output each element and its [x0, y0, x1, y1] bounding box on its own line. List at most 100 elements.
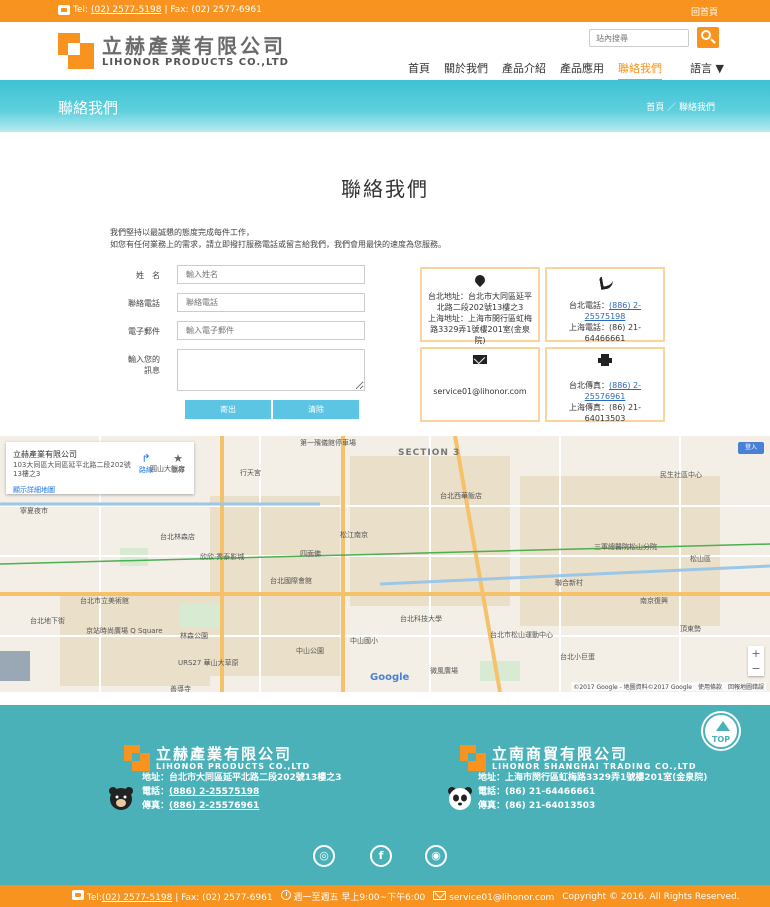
phone-icon — [72, 890, 84, 900]
breadcrumb[interactable]: 首頁 ／ 聯絡我們 — [646, 100, 715, 113]
arrow-up-icon — [716, 721, 730, 731]
nav-applications[interactable]: 產品應用 — [560, 60, 604, 81]
bottom-bar: Tel:(02) 2577-5198 | Fax: (02) 2577-6961… — [0, 885, 770, 907]
name-label: 姓 名 — [136, 271, 160, 280]
nav-about[interactable]: 關於我們 — [444, 60, 488, 81]
map-label: 民生社區中心 — [660, 471, 702, 479]
name-field[interactable] — [177, 265, 365, 284]
map-label: 頂東勢 — [680, 625, 701, 633]
map-label: 台北林森店 — [160, 533, 195, 541]
intro-line-2: 如您有任何業務上的需求，請立即撥打服務電話或留言給我們，我們會用最快的速度為您服… — [110, 240, 446, 249]
submit-button[interactable]: 寄出 — [185, 400, 271, 419]
map-label: 行天宮 — [240, 469, 261, 477]
phone-field[interactable] — [177, 293, 365, 312]
home-link[interactable]: 回首頁 — [691, 5, 718, 18]
fax-shanghai: 上海傳真：(86) 21-64013503 — [568, 403, 642, 423]
bear-mascot-icon — [109, 787, 133, 810]
fax-taipei-label: 台北傳真： — [568, 381, 609, 390]
envelope-icon — [473, 355, 487, 364]
printer-icon — [598, 354, 612, 366]
map-signin-badge[interactable]: 登入 — [738, 442, 764, 454]
map-label: 中山國小 — [350, 637, 378, 645]
address-taipei: 台北地址：台北市大同區延平北路二段202號13樓之3 — [428, 292, 532, 312]
footer-company1-cn: 立赫產業有限公司 — [156, 744, 293, 763]
map-place-address: 103大同區大同區延平北路二段202號13樓之3 — [13, 461, 131, 478]
page-banner: 聯絡我們 首頁 ／ 聯絡我們 — [0, 80, 770, 132]
map-label: 三軍總醫院松山分院 — [594, 543, 657, 551]
line-icon[interactable]: ◉ — [425, 845, 447, 867]
address-shanghai: 上海地址：上海市閔行區虹梅路3329弄1號樓201室(金泉院) — [428, 314, 532, 345]
map-label: 台北市立美術館 — [80, 597, 129, 605]
email-field[interactable] — [177, 321, 365, 340]
map-label: 寧夏夜市 — [20, 507, 48, 515]
bottom-email-link[interactable]: service01@lihonor.com — [449, 893, 554, 903]
panda-mascot-icon — [448, 787, 472, 810]
map-label: 中山公園 — [296, 647, 324, 655]
message-textarea[interactable] — [177, 349, 365, 391]
banner-title: 聯絡我們 — [58, 99, 119, 117]
top-bar: Tel: (02) 2577-5198 | Fax: (02) 2577-6961… — [0, 0, 770, 22]
top-tel-link[interactable]: (02) 2577-5198 — [91, 5, 161, 15]
address-box: 台北地址：台北市大同區延平北路二段202號13樓之3 上海地址：上海市閔行區虹梅… — [420, 267, 540, 345]
zoom-out-icon[interactable]: − — [748, 661, 764, 676]
map-label: 善導寺 — [170, 685, 191, 692]
email-link[interactable]: service01@lihonor.com — [433, 387, 526, 396]
nav-products[interactable]: 產品介紹 — [502, 60, 546, 81]
map-label: 松江南京 — [340, 531, 368, 539]
logo-mark-icon — [58, 33, 94, 69]
map-label: 聯合新村 — [555, 579, 583, 587]
bottom-tel-link[interactable]: (02) 2577-5198 — [102, 893, 172, 903]
clear-button[interactable]: 清除 — [273, 400, 359, 419]
facebook-icon[interactable]: f — [370, 845, 392, 867]
language-dropdown[interactable]: 語言 ▼ — [690, 60, 724, 76]
mail-icon — [433, 890, 447, 900]
header: 立赫產業有限公司 LIHONOR PRODUCTS CO.,LTD 首頁 關於我… — [0, 22, 770, 81]
map-label: 第一殯儀館停車場 — [300, 439, 356, 447]
footer-company-shanghai: 立南商貿有限公司 LIHONOR SHANGHAI TRADING CO.,LT… — [460, 745, 707, 813]
google-map[interactable]: 立赫產業有限公司 103大同區大同區延平北路二段202號13樓之3 顯示詳細地圖… — [0, 436, 770, 692]
footer-company1-en: LIHONOR PRODUCTS CO.,LTD — [156, 761, 311, 771]
back-to-top-button[interactable]: TOP — [703, 713, 739, 749]
map-label: 台北小巨蛋 — [560, 653, 595, 661]
footer-company1-fax-label: 傳真： — [142, 801, 170, 811]
map-label: 欣欣·秀泰影城 — [200, 553, 245, 561]
wechat-icon[interactable]: ◎ — [313, 845, 335, 867]
footer-company-taipei: 立赫產業有限公司 LIHONOR PRODUCTS CO.,LTD 地址：台北市… — [124, 745, 342, 813]
phone-shanghai: 上海電話：(86) 21-64466661 — [568, 323, 642, 343]
top-tel-label: Tel: — [73, 5, 89, 15]
map-label: 南京復興 — [640, 597, 668, 605]
top-label: TOP — [711, 735, 731, 744]
larger-map-link[interactable]: 顯示詳細地圖 — [13, 485, 55, 495]
footer-company2-address: 地址：上海市閔行區虹梅路3329弄1號樓201室(金泉院) — [478, 773, 708, 783]
footer-company1-address: 地址：台北市大同區延平北路二段202號13樓之3 — [142, 773, 342, 783]
footer: TOP 立赫產業有限公司 LIHONOR PRODUCTS CO.,LTD 地址… — [0, 705, 770, 885]
map-place-name: 立赫產業有限公司 — [13, 450, 77, 459]
email-label: 電子郵件 — [128, 327, 160, 336]
search-input[interactable] — [589, 29, 689, 47]
footer-logo-icon — [460, 745, 486, 771]
location-pin-icon — [472, 272, 488, 288]
footer-company1-fax-link[interactable]: (886) 2-25576961 — [169, 801, 259, 811]
map-section-label: SECTION 3 — [398, 448, 461, 458]
phone-box: 台北電話：(886) 2-25575198 上海電話：(86) 21-64466… — [545, 267, 665, 343]
intro-line-1: 我們堅持以最誠懇的態度完成每件工作， — [110, 228, 254, 237]
footer-company1-phone-link[interactable]: (886) 2-25575198 — [169, 787, 259, 797]
google-logo: Google — [370, 672, 410, 683]
map-label: 台北地下街 — [30, 617, 65, 625]
map-label: 林森公園 — [180, 632, 208, 640]
nav-home[interactable]: 首頁 — [408, 60, 430, 81]
copyright: Copyright © 2016. All Rights Reserved. — [562, 891, 740, 902]
logo[interactable]: 立赫產業有限公司 LIHONOR PRODUCTS CO.,LTD — [58, 33, 289, 69]
map-label: 台北市松山運動中心 — [490, 631, 553, 639]
bottom-tel-label: Tel: — [86, 893, 102, 903]
map-copyright: ©2017 Google - 地圖資料©2017 Google 使用條款 回報地… — [571, 682, 766, 691]
map-label: 台北國際會館 — [270, 577, 312, 585]
clock-icon — [280, 890, 291, 900]
main-nav: 首頁 關於我們 產品介紹 產品應用 聯絡我們 — [408, 60, 662, 81]
nav-contact[interactable]: 聯絡我們 — [618, 60, 662, 81]
phone-label: 聯絡電話 — [128, 299, 160, 308]
map-zoom-control[interactable]: + − — [748, 646, 764, 676]
bottom-fax: | Fax: (02) 2577-6961 — [175, 893, 273, 903]
zoom-in-icon[interactable]: + — [748, 646, 764, 661]
search-button[interactable] — [697, 27, 719, 48]
